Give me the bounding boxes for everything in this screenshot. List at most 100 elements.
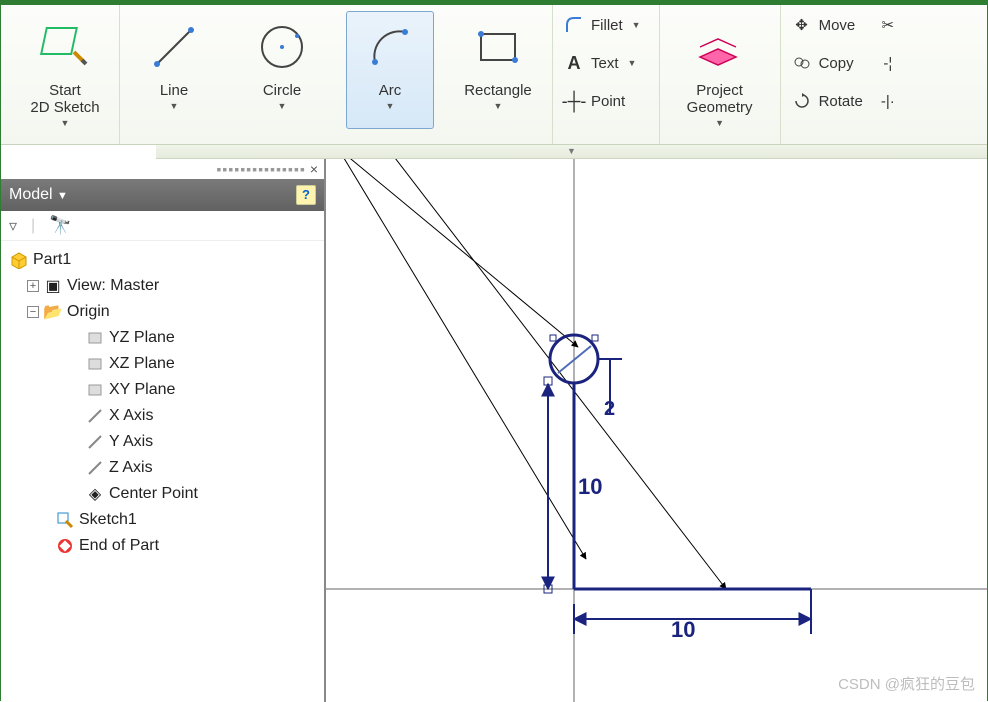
tree-origin-label: Origin xyxy=(67,303,110,321)
plane-icon xyxy=(85,354,105,374)
model-panel-title: Model xyxy=(9,186,53,203)
chevron-down-icon: ▼ xyxy=(61,118,70,128)
tree-axis-label: X Axis xyxy=(109,407,153,425)
chevron-down-icon: ▼ xyxy=(494,101,503,111)
folder-icon: 📂 xyxy=(43,302,63,322)
sketch-canvas[interactable]: 2 10 10 xyxy=(326,159,987,702)
line-label: Line xyxy=(160,82,188,99)
arc-label: Arc xyxy=(379,82,402,99)
plane-icon xyxy=(85,328,105,348)
tree-axis-label: Z Axis xyxy=(109,459,153,477)
end-icon xyxy=(55,536,75,556)
text-button[interactable]: A Text ▼ xyxy=(559,47,645,79)
project-geometry-label: Project Geometry xyxy=(687,82,753,117)
move-icon: ✥ xyxy=(791,14,813,36)
axis-icon xyxy=(85,406,105,426)
part-icon xyxy=(9,250,29,270)
circle-button[interactable]: Circle ▼ xyxy=(238,11,326,129)
chevron-down-icon: ▼ xyxy=(170,101,179,111)
tree-centerpoint-label: Center Point xyxy=(109,485,198,503)
dim-10v: 10 xyxy=(578,474,602,499)
start-2d-sketch-label: Start 2D Sketch xyxy=(30,82,99,117)
extend-button[interactable]: -¦ xyxy=(873,47,903,79)
fillet-button[interactable]: Fillet ▼ xyxy=(559,9,645,41)
ribbon-toolbar: Start 2D Sketch ▼ Line ▼ Circle ▼ xyxy=(1,5,987,145)
line-icon xyxy=(145,18,203,76)
project-geometry-icon xyxy=(691,18,749,76)
sketch-svg: 2 10 10 xyxy=(326,159,988,702)
chevron-down-icon: ▼ xyxy=(386,101,395,111)
circle-label: Circle xyxy=(263,82,301,99)
rectangle-icon xyxy=(469,18,527,76)
tree-axis-node[interactable]: Z Axis xyxy=(9,455,320,481)
help-icon[interactable]: ? xyxy=(296,185,316,205)
circle-icon xyxy=(253,18,311,76)
tree-plane-node[interactable]: XY Plane xyxy=(9,377,320,403)
axis-icon xyxy=(85,432,105,452)
move-button[interactable]: ✥ Move xyxy=(787,9,867,41)
tree-root-label: Part1 xyxy=(33,251,71,269)
project-geometry-button[interactable]: Project Geometry ▼ xyxy=(670,11,770,129)
tree-plane-label: XY Plane xyxy=(109,381,175,399)
rotate-button[interactable]: Rotate xyxy=(787,85,867,117)
tree-sketch-node[interactable]: Sketch1 xyxy=(9,507,320,533)
fillet-label: Fillet xyxy=(591,17,623,34)
text-label: Text xyxy=(591,55,619,72)
chevron-down-icon: ▼ xyxy=(632,20,641,30)
rectangle-button[interactable]: Rectangle ▼ xyxy=(454,11,542,129)
view-icon: ▣ xyxy=(43,276,63,296)
tree-axis-node[interactable]: Y Axis xyxy=(9,429,320,455)
fillet-icon xyxy=(563,14,585,36)
arc-icon xyxy=(361,18,419,76)
dim-2: 2 xyxy=(604,398,615,420)
collapse-icon[interactable]: − xyxy=(27,306,39,318)
axis-icon xyxy=(85,458,105,478)
point-label: Point xyxy=(591,93,625,110)
tree-endofpart-node[interactable]: End of Part xyxy=(9,533,320,559)
rectangle-label: Rectangle xyxy=(464,82,532,99)
move-label: Move xyxy=(819,17,856,34)
sketch-node-icon xyxy=(55,510,75,530)
trim-button[interactable]: ✂ xyxy=(873,9,903,41)
tree-centerpoint-node[interactable]: ◈Center Point xyxy=(9,481,320,507)
panel-expand-handle[interactable]: ▼ xyxy=(156,145,987,159)
point-button[interactable]: -┼- Point xyxy=(559,85,645,117)
watermark: CSDN @疯狂的豆包 xyxy=(838,673,975,694)
model-tree: Part1 + ▣ View: Master − 📂 Origin YZ Pla… xyxy=(1,241,324,565)
text-icon: A xyxy=(563,52,585,74)
dim-10h: 10 xyxy=(671,617,695,642)
scissors-icon: ✂ xyxy=(877,14,899,36)
tree-end-label: End of Part xyxy=(79,537,159,555)
tree-axis-node[interactable]: X Axis xyxy=(9,403,320,429)
tree-plane-node[interactable]: XZ Plane xyxy=(9,351,320,377)
tree-origin-node[interactable]: − 📂 Origin xyxy=(9,299,320,325)
start-2d-sketch-button[interactable]: Start 2D Sketch ▼ xyxy=(21,11,109,129)
copy-button[interactable]: Copy xyxy=(787,47,867,79)
tree-plane-label: YZ Plane xyxy=(109,329,175,347)
tree-sketch-label: Sketch1 xyxy=(79,511,137,529)
tree-axis-label: Y Axis xyxy=(109,433,153,451)
rotate-label: Rotate xyxy=(819,93,863,110)
split-button[interactable]: -|· xyxy=(873,85,903,117)
tree-view-label: View: Master xyxy=(67,277,159,295)
extend-icon: -¦ xyxy=(877,52,899,74)
line-button[interactable]: Line ▼ xyxy=(130,11,218,129)
arc-button[interactable]: Arc ▼ xyxy=(346,11,434,129)
tree-plane-label: XZ Plane xyxy=(109,355,175,373)
filter-icon[interactable]: ▿ xyxy=(9,216,17,236)
tree-root-part[interactable]: Part1 xyxy=(9,247,320,273)
chevron-down-icon: ▼ xyxy=(715,118,724,128)
binoculars-icon[interactable]: 🔭 xyxy=(49,215,71,236)
model-browser-panel: ▪▪▪▪▪▪▪▪▪▪▪▪▪▪▪ × Model ▼ ? ▿ | 🔭 Part1 … xyxy=(1,159,326,702)
chevron-down-icon: ▼ xyxy=(278,101,287,111)
model-panel-header[interactable]: Model ▼ ? xyxy=(1,179,324,211)
tree-plane-node[interactable]: YZ Plane xyxy=(9,325,320,351)
plane-icon xyxy=(85,380,105,400)
close-icon[interactable]: × xyxy=(310,161,318,177)
rotate-icon xyxy=(791,90,813,112)
tree-view-node[interactable]: + ▣ View: Master xyxy=(9,273,320,299)
copy-icon xyxy=(791,52,813,74)
split-icon: -|· xyxy=(877,90,899,112)
chevron-down-icon: ▼ xyxy=(628,58,637,68)
expand-icon[interactable]: + xyxy=(27,280,39,292)
